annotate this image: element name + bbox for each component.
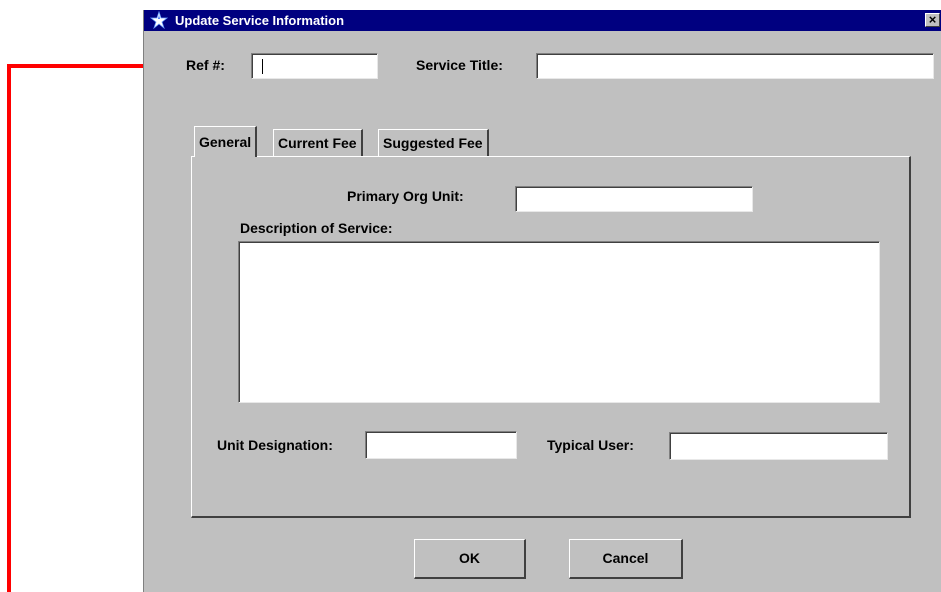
annotation-arrow-horizontal	[7, 64, 152, 68]
primary-org-unit-label: Primary Org Unit:	[347, 188, 464, 204]
cancel-button[interactable]: Cancel	[569, 539, 683, 579]
description-label: Description of Service:	[240, 220, 393, 236]
tab-suggested-fee[interactable]: Suggested Fee	[378, 129, 489, 156]
typical-user-label: Typical User:	[547, 437, 634, 453]
tab-general[interactable]: General	[194, 126, 258, 157]
ref-number-input[interactable]	[251, 53, 378, 79]
update-service-dialog: Update Service Information × Ref #: Serv…	[143, 10, 941, 592]
ok-button[interactable]: OK	[414, 539, 526, 579]
primary-org-unit-input[interactable]	[515, 186, 753, 212]
general-tab-panel: Primary Org Unit: Description of Service…	[191, 156, 911, 518]
annotation-arrow-vertical	[7, 64, 11, 592]
title-bar: Update Service Information ×	[144, 10, 941, 31]
window-title: Update Service Information	[175, 13, 345, 28]
text-caret	[262, 59, 263, 74]
tab-suggested-fee-label: Suggested Fee	[383, 135, 483, 151]
tab-general-label: General	[199, 134, 252, 150]
typical-user-input[interactable]	[669, 432, 888, 460]
description-textarea[interactable]	[238, 241, 880, 403]
service-title-label: Service Title:	[416, 57, 503, 73]
tab-current-fee[interactable]: Current Fee	[273, 129, 363, 156]
close-icon: ×	[928, 12, 937, 27]
app-star-icon	[150, 11, 168, 29]
close-button[interactable]: ×	[925, 13, 940, 27]
unit-designation-label: Unit Designation:	[217, 437, 333, 453]
ref-number-label: Ref #:	[186, 57, 225, 73]
service-title-input[interactable]	[536, 53, 934, 79]
unit-designation-input[interactable]	[365, 431, 517, 459]
tab-current-fee-label: Current Fee	[278, 135, 357, 151]
